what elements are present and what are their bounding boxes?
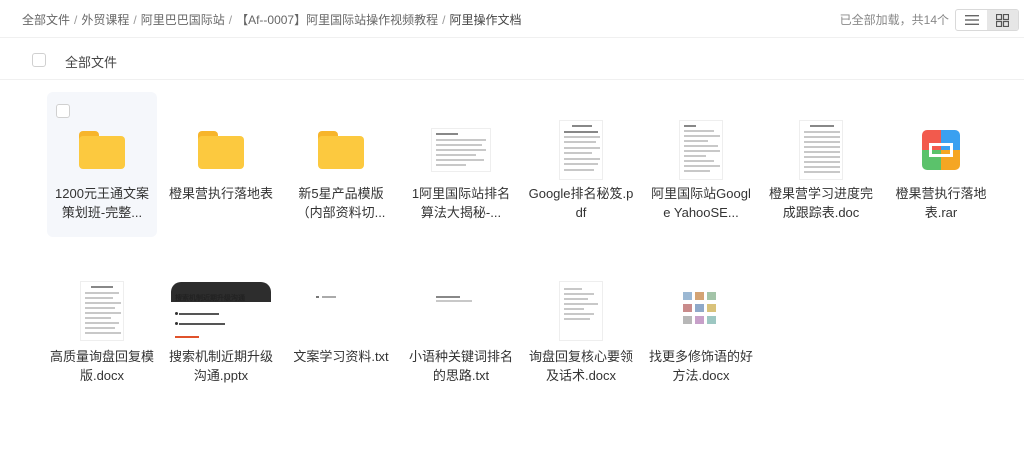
text-thumbnail	[406, 275, 516, 347]
breadcrumb-separator: /	[133, 13, 137, 27]
folder-icon	[286, 114, 396, 186]
file-name: 高质量询盘回复模版.docx	[49, 349, 154, 383]
file-name: 文案学习资料.txt	[293, 349, 389, 364]
file-name: 1阿里国际站排名算法大揭秘-...	[411, 186, 511, 220]
file-name: 新5星产品模版（内部资料切...	[296, 186, 386, 220]
file-name: 阿里国际站Google YahooSE...	[651, 186, 751, 220]
file-name: 小语种关键词排名的思路.txt	[408, 349, 513, 383]
file-item[interactable]: 询盘回复核心要领及话术.docx	[526, 255, 636, 400]
select-all-checkbox[interactable]	[32, 53, 46, 67]
file-name: 橙果营执行落地表	[168, 186, 273, 201]
file-name: 搜索机制近期升级沟通.pptx	[168, 349, 273, 383]
document-thumbnail	[406, 114, 516, 186]
breadcrumb-item-trade-course[interactable]: 外贸课程	[81, 13, 129, 27]
select-all-label: 全部文件	[65, 55, 118, 70]
rar-archive-icon	[886, 114, 996, 186]
breadcrumb: 全部文件 / 外贸课程 / 阿里巴巴国际站 / 【Af--0007】阿里国际站操作视频教程 /…	[22, 11, 521, 28]
file-item[interactable]: 文案学习资料.txt	[286, 255, 396, 400]
file-name: 找更多修饰语的好方法.docx	[648, 349, 753, 383]
breadcrumb-item-all-files[interactable]: 全部文件	[22, 13, 70, 27]
folder-icon	[166, 114, 276, 186]
top-bar: 全部文件 / 外贸课程 / 阿里巴巴国际站 / 【Af--0007】阿里国际站操作视频教程 /…	[0, 0, 1024, 38]
file-item[interactable]: 橙果营执行落地表.rar	[886, 92, 996, 237]
file-item[interactable]: 1阿里国际站排名算法大揭秘-...	[406, 92, 516, 237]
document-thumbnail	[646, 114, 756, 186]
file-item[interactable]: 搜索机制近期升级沟通 搜索机制近期升级沟通.pptx	[166, 255, 276, 400]
breadcrumb-item-alibaba[interactable]: 阿里巴巴国际站	[141, 13, 225, 27]
file-name: 橙果营执行落地表.rar	[895, 186, 987, 220]
file-name: 1200元王通文案策划班-完整...	[55, 186, 149, 220]
file-count-status: 已全部加载，共14个	[839, 13, 949, 27]
file-name: Google排名秘笈.pdf	[528, 186, 634, 220]
file-item[interactable]: 高质量询盘回复模版.docx	[47, 255, 157, 400]
list-icon	[964, 15, 979, 25]
grid-view-button[interactable]	[987, 10, 1018, 30]
file-item[interactable]: 阿里国际站Google YahooSE...	[646, 92, 756, 237]
breadcrumb-separator: /	[74, 13, 78, 27]
file-item[interactable]: 新5星产品模版（内部资料切...	[286, 92, 396, 237]
image-document-thumbnail	[646, 275, 756, 347]
breadcrumb-separator: /	[228, 13, 233, 27]
file-item[interactable]: Google排名秘笈.pdf	[526, 92, 636, 237]
select-all-bar: 全部文件	[0, 40, 1024, 80]
breadcrumb-item-video-course[interactable]: 【Af--0007】阿里国际站操作视频教程	[236, 13, 438, 27]
file-name: 询盘回复核心要领及话术.docx	[528, 349, 633, 383]
document-thumbnail	[766, 114, 876, 186]
breadcrumb-separator: /	[442, 13, 446, 27]
text-thumbnail	[286, 275, 396, 347]
file-name: 橙果营学习进度完成跟踪表.doc	[768, 186, 873, 220]
file-item[interactable]: 小语种关键词排名的思路.txt	[406, 255, 516, 400]
breadcrumb-current: 阿里操作文档	[449, 13, 522, 27]
document-thumbnail	[526, 275, 636, 347]
file-item[interactable]: 1200元王通文案策划班-完整...	[47, 92, 157, 237]
grid-icon	[996, 13, 1009, 27]
folder-icon	[47, 114, 157, 186]
file-item[interactable]: 找更多修饰语的好方法.docx	[646, 255, 756, 400]
file-item[interactable]: 橙果营学习进度完成跟踪表.doc	[766, 92, 876, 237]
view-toggle	[955, 9, 1019, 31]
slide-thumbnail: 搜索机制近期升级沟通	[166, 275, 276, 347]
document-thumbnail	[47, 275, 157, 347]
file-item[interactable]: 橙果营执行落地表	[166, 92, 276, 237]
list-view-button[interactable]	[956, 10, 987, 30]
pdf-thumbnail	[526, 114, 636, 186]
slide-title: 搜索机制近期升级沟通	[175, 295, 245, 302]
